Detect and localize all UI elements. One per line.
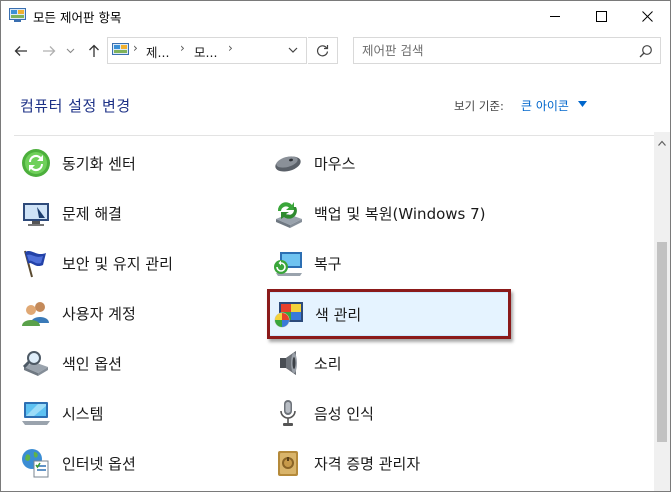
item-label: 색 관리 [315,305,362,324]
item-label: 보안 및 유지 관리 [62,254,173,273]
caret-down-icon[interactable] [578,101,587,107]
item-label: 인터넷 옵션 [62,454,136,473]
user-accounts-icon [22,302,49,326]
window-title: 모든 제어판 항목 [33,10,122,25]
search-icon[interactable] [639,44,653,58]
internet-options-icon [22,449,49,478]
arrow-up-icon [89,44,99,57]
maximize-icon [595,11,607,22]
minimize-button[interactable] [532,1,578,32]
item-internet-options[interactable]: 인터넷 옵션 [17,444,247,482]
item-label: 마우스 [314,154,356,173]
item-label: 자격 증명 관리자 [314,454,421,473]
address-bar[interactable]: › 제... › 모... › [107,37,307,64]
minimize-icon [549,16,560,17]
item-sync-center[interactable]: 동기화 센터 [17,144,247,182]
speech-recognition-icon [280,400,296,426]
view-by-label: 보기 기준: [454,99,504,113]
forward-button[interactable] [38,40,60,62]
item-sound[interactable]: 소리 [269,344,509,382]
item-label: 문제 해결 [62,204,122,223]
search-input[interactable] [362,42,622,59]
title-bar: 모든 제어판 항목 [1,1,670,32]
item-label: 시스템 [62,404,104,423]
scrollbar-thumb[interactable] [657,242,667,442]
sound-icon [280,351,297,375]
arrow-left-icon [14,46,27,56]
item-color-management[interactable]: 색 관리 [269,292,509,336]
item-system[interactable]: 시스템 [17,394,247,432]
troubleshooting-icon [23,203,49,226]
refresh-icon [316,45,329,57]
control-panel-icon [9,8,26,22]
color-management-icon [274,302,303,328]
breadcrumb-all-items[interactable]: 모... [194,42,217,61]
sync-center-icon [22,149,50,177]
maximize-button[interactable] [578,1,624,32]
control-panel-icon [112,43,129,55]
item-label: 색인 옵션 [62,354,122,373]
item-credential-manager[interactable]: 자격 증명 관리자 [269,444,509,482]
breadcrumb-control-panel[interactable]: 제... [146,42,169,61]
refresh-button[interactable] [308,37,338,64]
mouse-icon [275,156,301,172]
arrow-right-icon [43,46,56,56]
close-button[interactable] [624,1,670,32]
page-title: 컴퓨터 설정 변경 [20,97,131,115]
chevron-down-icon [66,48,74,54]
control-panel-window: 모든 제어판 항목 › 제... › 모... › 제어판 검색 컴퓨터 설정 … [0,0,671,492]
item-security-maintenance[interactable]: 보안 및 유지 관리 [17,244,247,282]
indexing-options-icon [22,351,48,376]
backup-restore-icon [276,202,302,228]
chevron-down-icon[interactable] [285,42,301,58]
item-label: 음성 인식 [314,404,374,423]
vertical-scrollbar[interactable] [654,132,670,491]
item-label: 사용자 계정 [62,304,136,323]
close-icon [641,11,653,22]
item-user-accounts[interactable]: 사용자 계정 [17,294,247,332]
divider [14,135,654,136]
credential-manager-icon [278,451,298,476]
breadcrumb-separator: › [133,41,138,55]
item-troubleshooting[interactable]: 문제 해결 [17,194,247,232]
item-speech-recognition[interactable]: 음성 인식 [269,394,509,432]
item-label: 백업 및 복원(Windows 7) [314,204,486,223]
item-indexing-options[interactable]: 색인 옵션 [17,344,247,382]
item-backup-restore[interactable]: 백업 및 복원(Windows 7) [269,194,509,232]
security-flag-icon [24,250,46,278]
item-recovery[interactable]: 복구 [269,244,509,282]
recovery-icon [274,252,302,276]
item-mouse[interactable]: 마우스 [269,144,509,182]
system-icon [22,402,50,425]
up-button[interactable] [83,40,105,62]
view-by-dropdown[interactable]: 큰 아이콘 [521,97,569,114]
search-box[interactable] [353,37,661,64]
breadcrumb-separator: › [180,41,185,55]
item-label: 복구 [314,254,342,273]
item-label: 소리 [314,354,342,373]
recent-locations-button[interactable] [63,40,77,62]
back-button[interactable] [10,40,32,62]
scroll-up-icon[interactable] [658,140,666,146]
breadcrumb-separator: › [228,41,233,55]
navigation-bar: › 제... › 모... › [1,32,670,72]
item-label: 동기화 센터 [62,154,136,173]
